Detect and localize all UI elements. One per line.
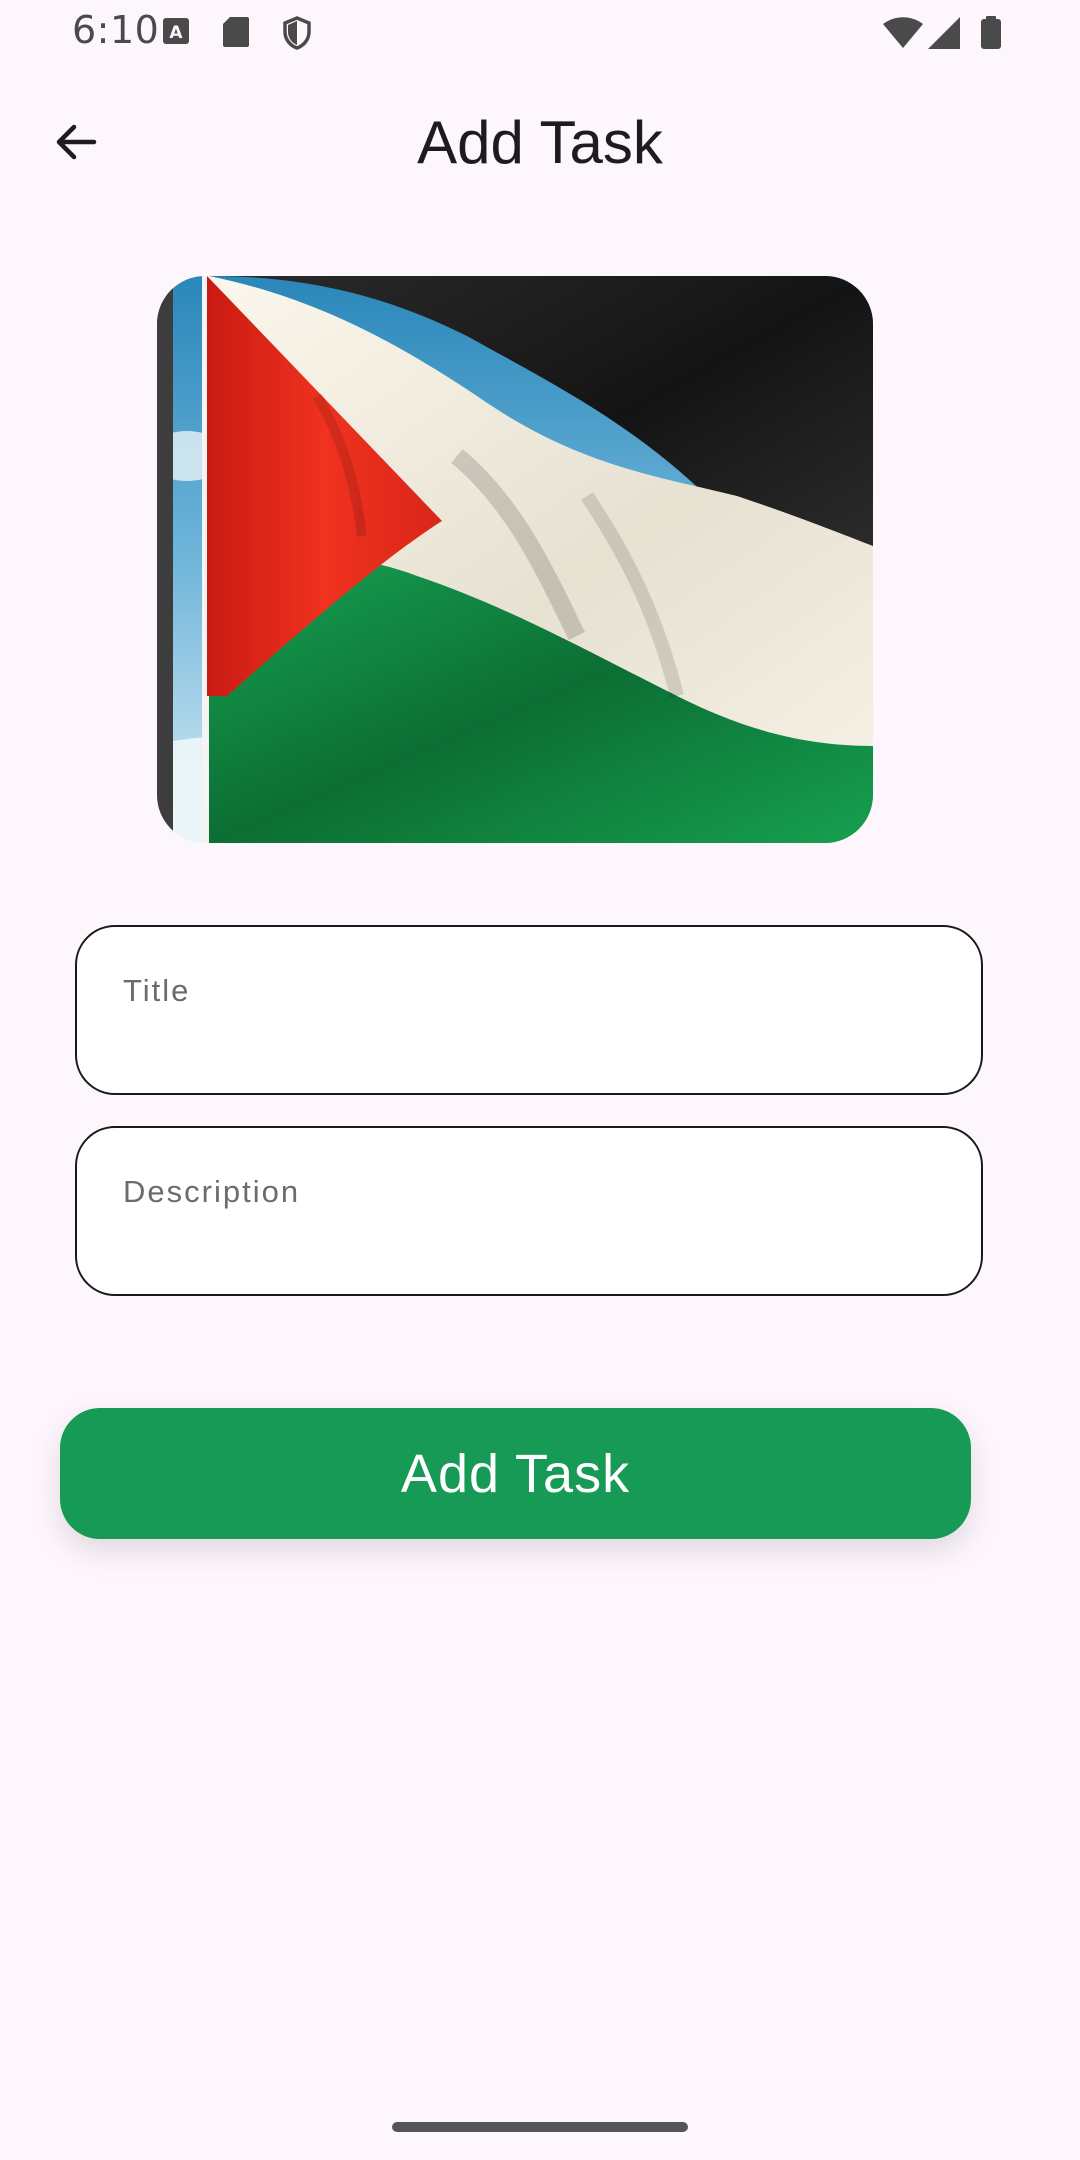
signal-icon: [928, 17, 960, 49]
a-box-icon: A: [163, 18, 189, 44]
gesture-navigation-bar[interactable]: [392, 2122, 688, 2132]
flag-image: [157, 276, 873, 843]
description-field[interactable]: [75, 1126, 983, 1296]
sd-card-icon: [223, 17, 249, 47]
status-bar: 6:10 A: [0, 0, 1080, 64]
svg-text:A: A: [169, 23, 183, 43]
title-input[interactable]: [121, 972, 925, 1010]
app-bar: Add Task: [0, 80, 1080, 204]
description-input[interactable]: [121, 1173, 925, 1211]
title-field[interactable]: [75, 925, 983, 1095]
page-title-text: Add Task: [417, 109, 663, 176]
status-time: 6:10: [72, 8, 160, 52]
add-task-button[interactable]: Add Task: [60, 1408, 971, 1539]
shield-icon: [283, 16, 311, 50]
wifi-icon: [883, 17, 923, 48]
task-image: [157, 276, 873, 843]
battery-icon: [981, 16, 1001, 49]
page-title: Add Task: [0, 108, 1080, 177]
